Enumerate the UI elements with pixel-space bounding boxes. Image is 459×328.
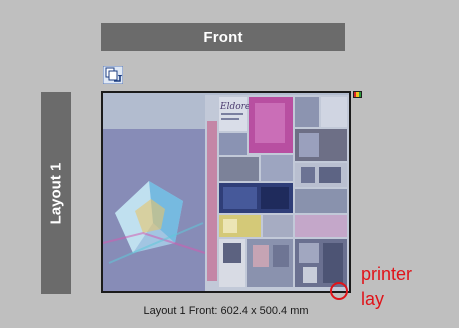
color-bar-icon[interactable] — [353, 91, 362, 98]
layout-tab[interactable]: Layout 1 — [41, 92, 71, 294]
layout-label: Layout 1 — [47, 162, 65, 224]
sheet-preview-artwork: Eldoret — [103, 93, 349, 291]
printer-lay-marker — [330, 282, 348, 300]
annotation-line-1: printer — [361, 264, 413, 284]
sheet-preview[interactable]: Eldoret — [101, 91, 351, 293]
layout-size-caption: Layout 1 Front: 602.4 x 500.4 mm — [143, 305, 309, 317]
annotation-line-2: lay — [361, 289, 385, 309]
front-side-label: Front — [203, 28, 243, 46]
front-side-tab[interactable]: Front — [101, 23, 345, 51]
printer-lay-annotation: printer lay — [361, 262, 453, 312]
imposition-canvas: Front Layout 1 Eldoret printer lay Layou… — [0, 0, 459, 328]
preview-masthead: Eldoret — [219, 102, 254, 112]
flip-sheet-icon[interactable] — [103, 66, 123, 84]
